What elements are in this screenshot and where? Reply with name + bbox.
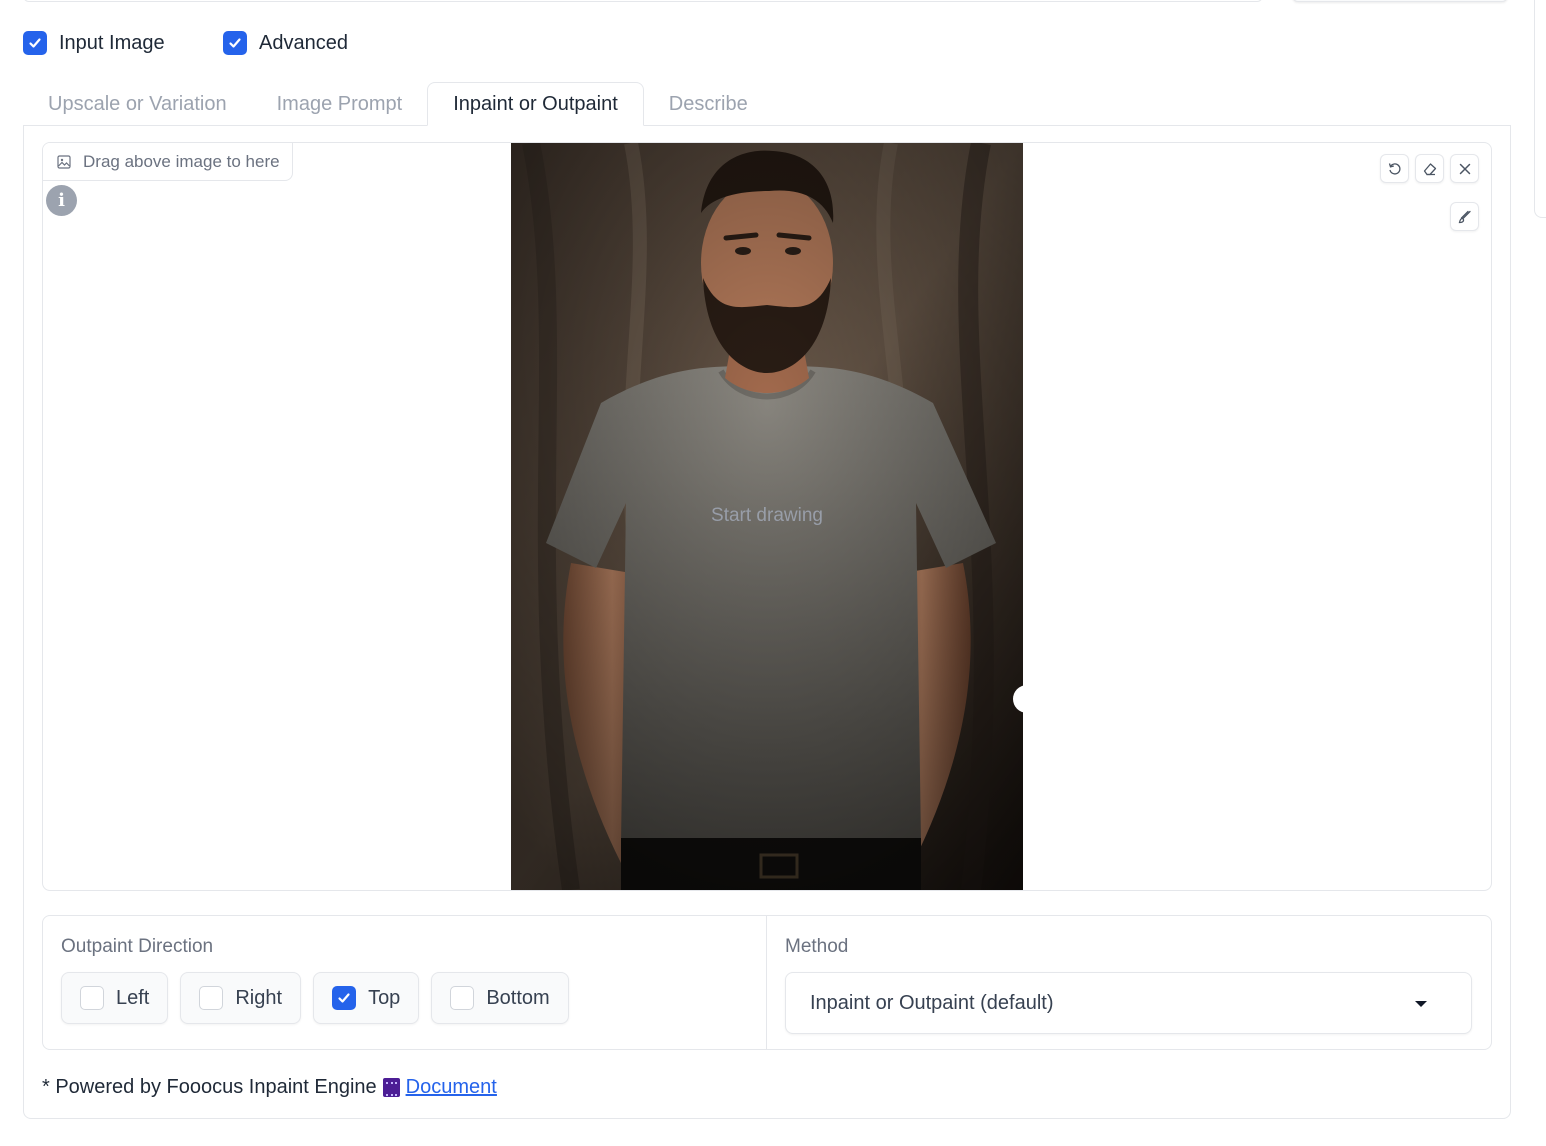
input-photo[interactable]: Start drawing bbox=[511, 143, 1023, 890]
direction-top[interactable]: Top bbox=[313, 972, 420, 1024]
input-image-checkbox[interactable] bbox=[23, 31, 47, 55]
outpaint-direction-title: Outpaint Direction bbox=[61, 936, 214, 957]
brush-icon bbox=[1458, 210, 1471, 223]
direction-right-label: Right bbox=[235, 986, 283, 1009]
document-link-wrap[interactable]: Document bbox=[377, 1076, 497, 1099]
drag-image-label: Drag above image to here bbox=[43, 143, 293, 181]
right-panel-edge bbox=[1534, 0, 1546, 218]
drag-image-text: Drag above image to here bbox=[83, 151, 280, 171]
advanced-checkbox[interactable] bbox=[223, 31, 247, 55]
direction-left-label: Left bbox=[116, 986, 150, 1009]
dropdown-caret-icon bbox=[1415, 1001, 1427, 1007]
direction-bottom-checkbox[interactable] bbox=[450, 986, 475, 1010]
outpaint-direction-options: Left Right Top Bottom bbox=[61, 972, 569, 1024]
inpaint-image-editor[interactable]: Drag above image to here i Start drawing bbox=[42, 142, 1492, 891]
undo-icon bbox=[1388, 162, 1401, 175]
direction-bottom-label: Bottom bbox=[486, 986, 550, 1009]
undo-button[interactable] bbox=[1380, 154, 1409, 183]
direction-top-label: Top bbox=[368, 986, 401, 1009]
brush-button[interactable] bbox=[1450, 202, 1479, 231]
input-image-tabs: Upscale or Variation Image Prompt Inpain… bbox=[23, 82, 773, 126]
direction-left[interactable]: Left bbox=[61, 972, 169, 1024]
method-group: Method Inpaint or Outpaint (default) bbox=[767, 916, 1491, 1049]
advanced-toggle[interactable]: Advanced bbox=[223, 30, 348, 56]
tab-inpaint-or-outpaint[interactable]: Inpaint or Outpaint bbox=[427, 82, 644, 126]
info-icon[interactable]: i bbox=[46, 185, 77, 216]
method-selected-value: Inpaint or Outpaint (default) bbox=[810, 991, 1054, 1014]
method-dropdown[interactable]: Inpaint or Outpaint (default) bbox=[785, 972, 1472, 1034]
check-icon bbox=[338, 993, 350, 1003]
method-title: Method bbox=[785, 936, 849, 957]
generate-button-edge[interactable] bbox=[1292, 0, 1508, 2]
canvas-resize-handle[interactable] bbox=[1013, 685, 1035, 713]
check-icon bbox=[229, 38, 241, 48]
image-icon bbox=[57, 154, 71, 169]
prompt-input-edge[interactable] bbox=[23, 0, 1263, 2]
direction-left-checkbox[interactable] bbox=[80, 986, 104, 1010]
direction-right[interactable]: Right bbox=[180, 972, 302, 1024]
close-icon bbox=[1459, 163, 1470, 174]
input-image-label: Input Image bbox=[59, 31, 165, 54]
document-icon bbox=[382, 1078, 400, 1097]
tab-describe[interactable]: Describe bbox=[644, 82, 773, 126]
start-drawing-hint: Start drawing bbox=[711, 505, 823, 526]
document-link[interactable]: Document bbox=[406, 1076, 497, 1099]
powered-by-text: * Powered by Fooocus Inpaint Engine bbox=[42, 1076, 377, 1098]
advanced-label: Advanced bbox=[259, 31, 348, 54]
clear-image-button[interactable] bbox=[1450, 154, 1479, 183]
outpaint-direction-group: Outpaint Direction Left Right Top Bottom bbox=[43, 916, 767, 1049]
direction-top-checkbox[interactable] bbox=[332, 986, 357, 1010]
check-icon bbox=[29, 38, 41, 48]
eraser-button[interactable] bbox=[1415, 154, 1444, 183]
inpaint-options: Outpaint Direction Left Right Top Bottom bbox=[42, 915, 1492, 1050]
direction-bottom[interactable]: Bottom bbox=[431, 972, 569, 1024]
direction-right-checkbox[interactable] bbox=[199, 986, 224, 1010]
input-image-toggle[interactable]: Input Image bbox=[23, 30, 165, 56]
tab-image-prompt[interactable]: Image Prompt bbox=[252, 82, 428, 126]
eraser-icon bbox=[1423, 162, 1436, 175]
tab-upscale-or-variation[interactable]: Upscale or Variation bbox=[23, 82, 252, 126]
powered-by-note: * Powered by Fooocus Inpaint Engine Docu… bbox=[42, 1076, 497, 1099]
